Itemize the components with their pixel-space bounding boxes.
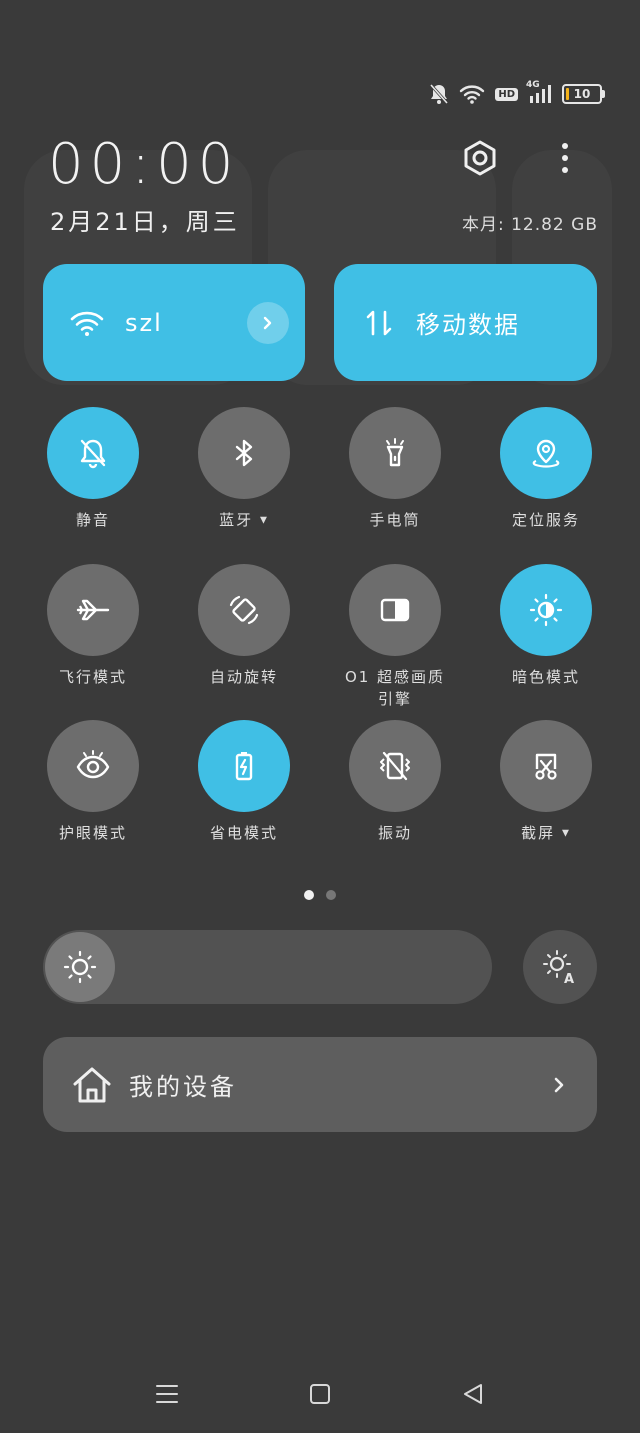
toggle-eye-comfort[interactable]: 护眼模式	[18, 720, 168, 844]
flashlight-icon	[386, 438, 404, 467]
toggle-location[interactable]: 定位服务	[471, 407, 621, 531]
battery-level: 10	[573, 87, 591, 101]
settings-icon	[464, 140, 496, 176]
battery-fill	[566, 88, 569, 100]
vibrate-icon	[380, 751, 410, 781]
toggle-label: 截屏 ▼	[471, 822, 621, 845]
clock[interactable]: 00:00	[48, 132, 239, 197]
navigation-bar	[0, 1378, 640, 1410]
network-type-label: 4G	[526, 80, 540, 90]
toggle-label: 飞行模式	[58, 668, 127, 686]
screenshot-button[interactable]	[500, 720, 592, 812]
wifi-detail-button[interactable]	[247, 302, 289, 344]
toggle-label: 蓝牙 ▼	[169, 509, 319, 532]
hd-icon: HD	[495, 87, 518, 101]
my-devices-label: 我的设备	[129, 1073, 237, 1101]
airplane-button[interactable]	[47, 564, 139, 656]
dark-mode-button[interactable]	[500, 564, 592, 656]
recent-apps-button[interactable]	[149, 1378, 185, 1410]
brightness-slider[interactable]	[43, 930, 492, 1004]
toggle-screenshot[interactable]: 截屏 ▼	[471, 720, 621, 845]
more-options-button[interactable]	[548, 138, 582, 178]
signal-icon: 4G	[526, 80, 552, 104]
back-button[interactable]	[455, 1378, 491, 1410]
toggle-label-text: 蓝牙	[219, 511, 254, 529]
dark-mode-icon	[529, 593, 563, 627]
toggle-vibrate[interactable]: 振动	[320, 720, 470, 844]
rotate-icon	[229, 595, 259, 625]
toggle-label: 暗色模式	[511, 668, 580, 686]
bluetooth-icon	[235, 439, 253, 467]
toggle-label-text: 截屏	[521, 824, 556, 842]
toggle-bluetooth[interactable]: 蓝牙 ▼	[169, 407, 319, 532]
toggle-label: 自动旋转	[209, 668, 278, 686]
toggle-battery-saver[interactable]: 省电模式	[169, 720, 319, 844]
toggle-label: 省电模式	[209, 824, 278, 842]
auto-brightness-icon: A	[543, 950, 574, 986]
brightness-slider-handle[interactable]	[45, 932, 115, 1002]
svg-text:A: A	[564, 972, 574, 986]
dropdown-caret-icon: ▼	[259, 515, 269, 526]
bell-off-icon	[80, 439, 106, 469]
menu-icon	[156, 1385, 178, 1403]
toggle-label: O1 超感画质引擎	[344, 668, 446, 708]
home-button-icon	[310, 1384, 330, 1404]
picture-engine-button[interactable]	[349, 564, 441, 656]
back-icon	[464, 1384, 482, 1404]
wifi-icon	[459, 84, 485, 104]
toggle-auto-rotate[interactable]: 自动旋转	[169, 564, 319, 688]
flashlight-button[interactable]	[349, 407, 441, 499]
toggle-dark-mode[interactable]: 暗色模式	[471, 564, 621, 688]
toggle-label: 静音	[75, 511, 110, 529]
wifi-network-name: szl	[125, 308, 163, 337]
dropdown-caret-icon: ▼	[561, 828, 571, 839]
toggle-label: 定位服务	[511, 511, 580, 529]
my-devices-bar[interactable]: 我的设备	[43, 1037, 597, 1132]
battery-icon: 10	[562, 84, 605, 104]
picture-engine-icon	[380, 598, 410, 622]
page-dot	[326, 890, 336, 900]
mobile-data-icon	[364, 308, 394, 338]
auto-rotate-button[interactable]	[198, 564, 290, 656]
more-vert-icon	[562, 143, 568, 173]
chevron-right-icon	[551, 1076, 567, 1094]
toggle-label: 护眼模式	[58, 824, 127, 842]
brightness-icon	[63, 950, 97, 984]
toggle-silent[interactable]: 静音	[18, 407, 168, 531]
date[interactable]: 2月21日，周三	[50, 202, 240, 237]
screenshot-icon	[535, 753, 557, 780]
data-usage[interactable]: 本月: 12.82 GB	[462, 210, 598, 235]
mobile-data-label: 移动数据	[416, 311, 520, 339]
home-icon	[71, 1065, 113, 1105]
bell-off-icon	[429, 83, 449, 105]
eye-comfort-button[interactable]	[47, 720, 139, 812]
status-bar: HD 4G 10	[429, 80, 605, 108]
eye-icon	[76, 750, 110, 779]
wifi-tile[interactable]: szl	[43, 264, 305, 381]
toggle-picture-engine[interactable]: O1 超感画质引擎	[320, 564, 470, 710]
mobile-data-tile[interactable]: 移动数据	[334, 264, 597, 381]
page-dot-active	[304, 890, 314, 900]
toggle-airplane[interactable]: 飞行模式	[18, 564, 168, 688]
location-button[interactable]	[500, 407, 592, 499]
vibrate-button[interactable]	[349, 720, 441, 812]
battery-saver-icon	[235, 752, 253, 781]
location-icon	[532, 439, 560, 468]
chevron-right-icon	[263, 316, 272, 330]
wifi-icon	[69, 309, 105, 337]
airplane-icon	[76, 599, 110, 621]
battery-saver-button[interactable]	[198, 720, 290, 812]
toggle-flashlight[interactable]: 手电筒	[320, 407, 470, 531]
silent-button[interactable]	[47, 407, 139, 499]
home-button[interactable]	[302, 1378, 338, 1410]
bluetooth-button[interactable]	[198, 407, 290, 499]
toggle-label: 振动	[377, 824, 412, 842]
page-indicator	[304, 890, 336, 900]
toggle-label: 手电筒	[369, 511, 421, 529]
auto-brightness-button[interactable]: A	[523, 930, 597, 1004]
settings-button[interactable]	[460, 138, 500, 178]
